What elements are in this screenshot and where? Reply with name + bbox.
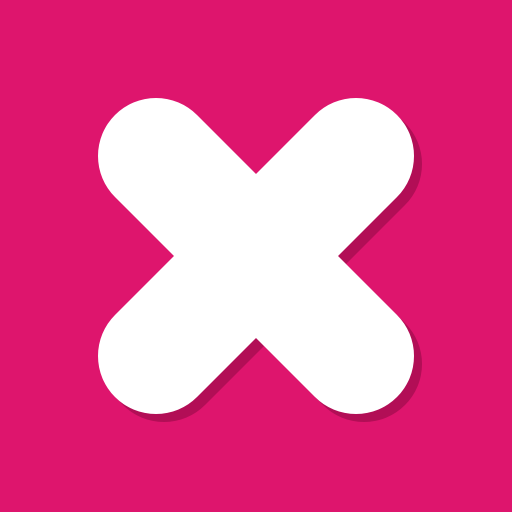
close-icon (0, 0, 512, 512)
close-icon-glyph (98, 98, 414, 414)
app-icon-tile (0, 0, 512, 512)
